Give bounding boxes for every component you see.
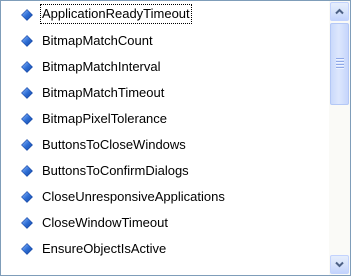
list-item-label: CloseWindowTimeout [42, 215, 168, 230]
chevron-down-icon [335, 261, 344, 268]
blue-diamond-icon [21, 217, 33, 229]
property-list: ApplicationReadyTimeout BitmapMatchCount… [1, 1, 328, 275]
list-item[interactable]: BitmapPixelTolerance [1, 106, 328, 132]
list-item-label: EnsureObjectIsActive [42, 241, 167, 256]
blue-diamond-icon [21, 139, 33, 151]
list-item[interactable]: CloseUnresponsiveApplications [1, 184, 328, 210]
grip-icon [336, 58, 344, 69]
list-item-label: BitmapMatchTimeout [42, 85, 165, 100]
scrollbar-thumb[interactable] [330, 23, 349, 105]
list-item[interactable]: BitmapMatchTimeout [1, 80, 328, 106]
blue-diamond-icon [21, 165, 33, 177]
blue-diamond-icon [21, 191, 33, 203]
list-item-label: ButtonsToCloseWindows [42, 137, 186, 152]
list-item[interactable]: ButtonsToCloseWindows [1, 132, 328, 158]
list-item[interactable]: ApplicationReadyTimeout [1, 1, 328, 28]
chevron-up-icon [335, 8, 344, 15]
scroll-up-button[interactable] [330, 2, 349, 21]
blue-diamond-icon [21, 9, 33, 21]
vertical-scrollbar[interactable] [329, 1, 350, 275]
list-item[interactable]: BitmapMatchInterval [1, 54, 328, 80]
list-item[interactable]: ButtonsToConfirmDialogs [1, 158, 328, 184]
property-listbox[interactable]: ApplicationReadyTimeout BitmapMatchCount… [0, 0, 351, 276]
list-item[interactable]: CloseWindowTimeout [1, 210, 328, 236]
list-item[interactable]: EnsureObjectIsActive [1, 236, 328, 262]
list-item-label: ApplicationReadyTimeout [40, 4, 192, 24]
list-item-label: BitmapMatchInterval [42, 59, 161, 74]
blue-diamond-icon [21, 35, 33, 47]
blue-diamond-icon [21, 87, 33, 99]
scroll-down-button[interactable] [330, 255, 349, 274]
list-item-label: BitmapPixelTolerance [42, 111, 168, 126]
list-item-label: ButtonsToConfirmDialogs [42, 163, 189, 178]
list-item[interactable]: BitmapMatchCount [1, 28, 328, 54]
blue-diamond-icon [21, 61, 33, 73]
list-item-label: CloseUnresponsiveApplications [42, 189, 225, 204]
blue-diamond-icon [21, 113, 33, 125]
list-item-label: BitmapMatchCount [42, 33, 153, 48]
blue-diamond-icon [21, 243, 33, 255]
